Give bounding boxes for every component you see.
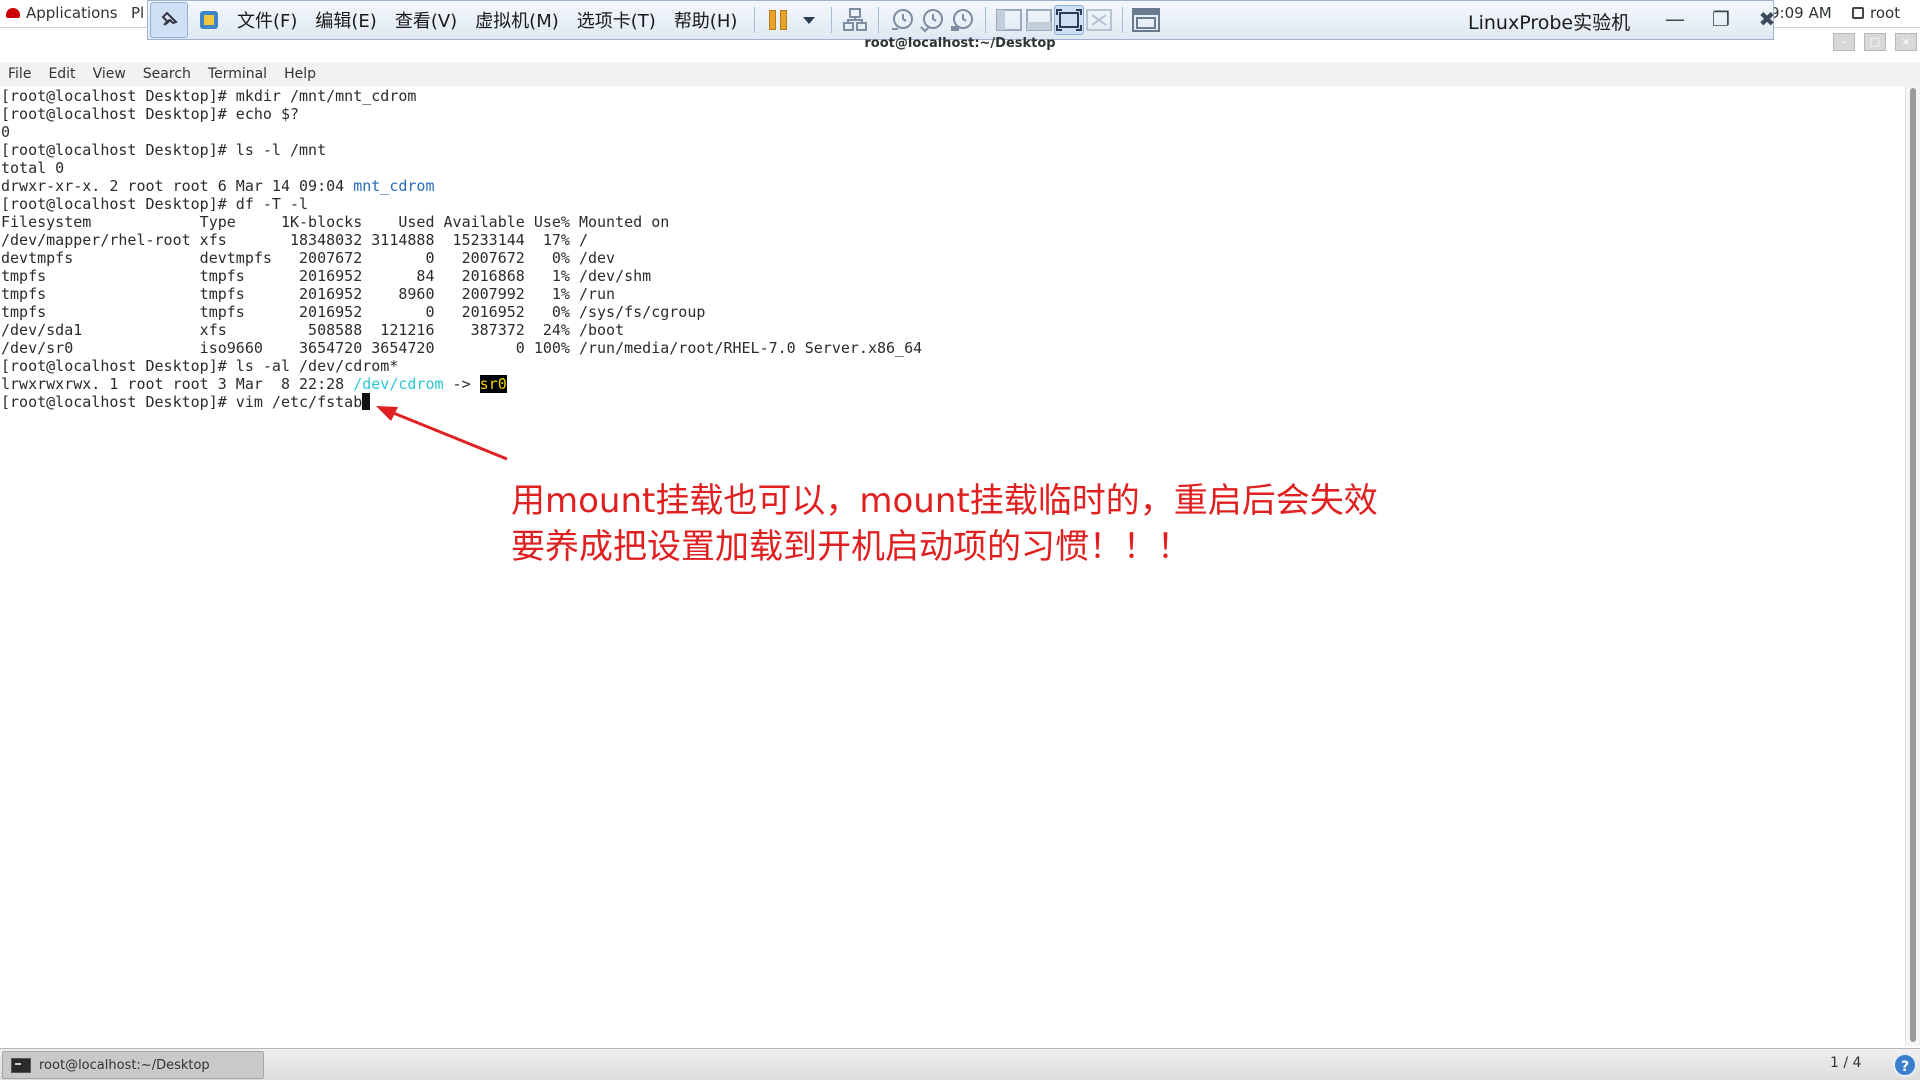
pause-button[interactable]: [763, 5, 793, 35]
terminal-line: [root@localhost Desktop]# mkdir /mnt/mnt…: [1, 87, 417, 105]
unity-icon: [1086, 9, 1113, 31]
directory-name: mnt_cdrom: [353, 177, 435, 195]
terminal-cursor: [362, 393, 371, 410]
terminal-line: drwxr-xr-x. 2 root root 6 Mar 14 09:04 m…: [1, 177, 1901, 195]
terminal-menu-help[interactable]: Help: [276, 66, 325, 82]
menu-vm[interactable]: 虚拟机(M): [466, 7, 568, 33]
help-icon[interactable]: ?: [1893, 1053, 1917, 1077]
annotation-text: 用mount挂载也可以，mount挂载临时的，重启后会失效 要养成把设置加载到开…: [511, 478, 1378, 570]
menu-file[interactable]: 文件(F): [228, 7, 306, 33]
vm-restore-button[interactable]: ❐: [1706, 7, 1736, 31]
send-ctrl-alt-del-button[interactable]: [840, 5, 870, 35]
show-thumbnail-button[interactable]: [1024, 5, 1054, 35]
terminal-close-button[interactable]: ×: [1895, 33, 1917, 51]
toolbar-separator: [1122, 7, 1124, 33]
console-view-icon: [1132, 8, 1161, 32]
terminal-line: /dev/sr0 iso9660 3654720 3654720 0 100% …: [1, 339, 923, 357]
show-library-button[interactable]: [994, 5, 1024, 35]
terminal-line: [root@localhost Desktop]# ls -al /dev/cd…: [1, 357, 399, 375]
terminal-line: [root@localhost Desktop]# echo $?: [1, 105, 300, 123]
user-menu[interactable]: root: [1852, 4, 1900, 22]
applications-menu[interactable]: Applications: [6, 4, 118, 22]
toolbar-separator: [754, 7, 756, 33]
terminal-line: lrwxrwxrwx. 1 root root 3 Mar 8 22:28 /d…: [1, 375, 1901, 393]
fullscreen-button[interactable]: [1054, 5, 1085, 35]
terminal-line: /dev/mapper/rhel-root xfs 18348032 31148…: [1, 231, 588, 249]
vm-home-button[interactable]: [190, 2, 228, 38]
vmware-toolbar: 文件(F) 编辑(E) 查看(V) 虚拟机(M) 选项卡(T) 帮助(H) Li…: [147, 0, 1775, 40]
terminal-line: [root@localhost Desktop]# vim /etc/fstab: [1, 393, 1901, 411]
terminal-maximize-button[interactable]: □: [1864, 33, 1886, 51]
power-dropdown-arrow[interactable]: [803, 16, 816, 24]
terminal-menu-file[interactable]: File: [0, 66, 40, 82]
vm-close-button[interactable]: ✖: [1752, 7, 1782, 31]
snapshot-manager-button[interactable]: [947, 5, 977, 35]
terminal-window-title: root@localhost:~/Desktop: [864, 36, 1056, 51]
terminal-line: devtmpfs devtmpfs 2007672 0 2007672 0% /…: [1, 249, 616, 267]
terminal-line: total 0: [1, 159, 65, 177]
annotation-line-1: 用mount挂载也可以，mount挂载临时的，重启后会失效: [511, 481, 1378, 521]
workspace-indicator[interactable]: 1 / 4: [1830, 1055, 1861, 1071]
annotation-line-2: 要养成把设置加载到开机启动项的习惯！！！: [511, 527, 1191, 567]
terminal-line: tmpfs tmpfs 2016952 8960 2007992 1% /run: [1, 285, 616, 303]
ls-entry-prefix: lrwxrwxrwx. 1 root root 3 Mar 8 22:28: [1, 375, 354, 393]
menu-tabs[interactable]: 选项卡(T): [568, 7, 665, 33]
snapshot-button[interactable]: [887, 5, 917, 35]
terminal-line: [root@localhost Desktop]# ls -l /mnt: [1, 141, 327, 159]
menu-help[interactable]: 帮助(H): [665, 7, 747, 33]
thumbnail-bar-icon: [1026, 9, 1053, 31]
places-menu[interactable]: Pl: [131, 4, 144, 22]
applications-label: Applications: [26, 4, 118, 22]
fullscreen-icon: [1056, 9, 1083, 31]
terminal-menubar: File Edit View Search Terminal Help: [0, 62, 1920, 86]
symlink-name: /dev/cdrom: [353, 375, 444, 393]
terminal-line: Filesystem Type 1K-blocks Used Available…: [1, 213, 670, 231]
redhat-icon: [6, 8, 20, 18]
terminal-menu-view[interactable]: View: [85, 66, 135, 82]
terminal-icon: [11, 1057, 31, 1073]
unity-button[interactable]: [1084, 5, 1114, 35]
pause-icon: [769, 10, 788, 30]
snapshot-clock-icon: [892, 9, 914, 30]
terminal-line: /dev/sda1 xfs 508588 121216 387372 24% /…: [1, 321, 625, 339]
vm-minimize-button[interactable]: —: [1660, 7, 1690, 31]
library-panel-icon: [996, 9, 1023, 31]
terminal-minimize-button[interactable]: –: [1833, 33, 1855, 51]
terminal-menu-terminal[interactable]: Terminal: [200, 66, 276, 82]
taskbar-terminal-item[interactable]: root@localhost:~/Desktop: [2, 1051, 264, 1079]
current-command: [root@localhost Desktop]# vim /etc/fstab: [1, 393, 363, 411]
revert-snapshot-button[interactable]: [917, 5, 947, 35]
terminal-menu-search[interactable]: Search: [135, 66, 200, 82]
toolbar-separator: [878, 7, 880, 33]
user-label: root: [1870, 4, 1901, 22]
toolbar-separator: [985, 7, 987, 33]
console-view-button[interactable]: [1131, 5, 1161, 35]
vm-title: LinuxProbe实验机: [1468, 12, 1631, 34]
ls-entry-prefix: drwxr-xr-x. 2 root root 6 Mar 14 09:04: [1, 177, 354, 195]
terminal-line: [root@localhost Desktop]# df -T -l: [1, 195, 309, 213]
menu-view[interactable]: 查看(V): [386, 7, 466, 33]
user-icon: [1852, 7, 1864, 19]
taskbar-terminal-label: root@localhost:~/Desktop: [39, 1057, 210, 1073]
scrollbar-thumb[interactable]: [1910, 88, 1916, 1042]
snapshot-manager-icon: [951, 9, 974, 31]
terminal-line: tmpfs tmpfs 2016952 0 2016952 0% /sys/fs…: [1, 303, 706, 321]
terminal-line: tmpfs tmpfs 2016952 84 2016868 1% /dev/s…: [1, 267, 652, 285]
bottom-taskbar: root@localhost:~/Desktop 1 / 4 ?: [0, 1048, 1920, 1080]
terminal-line: 0: [1, 123, 11, 141]
network-icon: [843, 8, 868, 31]
pin-toolbar-button[interactable]: [150, 2, 188, 38]
symlink-arrow: ->: [443, 375, 480, 393]
terminal-menu-edit[interactable]: Edit: [40, 66, 84, 82]
terminal-scrollbar[interactable]: [1905, 86, 1920, 1046]
toolbar-separator: [831, 7, 833, 33]
symlink-target: sr0: [479, 375, 507, 393]
menu-edit[interactable]: 编辑(E): [306, 7, 385, 33]
revert-clock-icon: [920, 9, 944, 33]
vm-home-icon: [200, 11, 218, 29]
pin-icon: [161, 11, 178, 26]
